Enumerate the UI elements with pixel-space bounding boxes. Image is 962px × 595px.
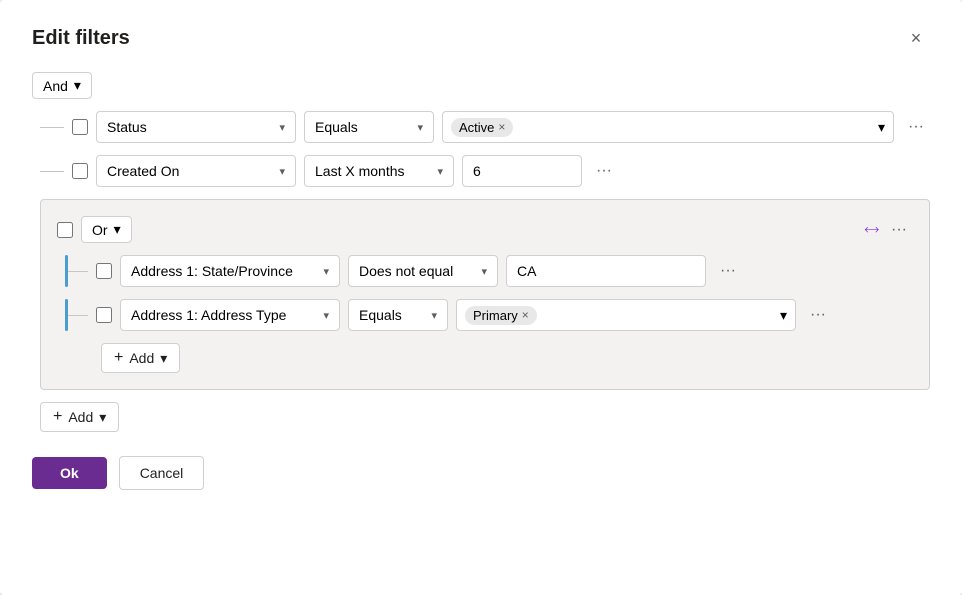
inner-h-line-2: [68, 315, 88, 316]
dialog-footer: Ok Cancel: [32, 456, 930, 490]
more-options-or-group[interactable]: ···: [885, 217, 913, 243]
inner-checkbox-addresstype[interactable]: [96, 307, 112, 323]
operator-label-state: Does not equal: [359, 263, 453, 279]
row-checkbox-status[interactable]: [72, 119, 88, 135]
and-dropdown[interactable]: And ▾: [32, 72, 92, 99]
value-tag-active: Active ×: [451, 118, 513, 137]
cancel-button[interactable]: Cancel: [119, 456, 205, 490]
h-line-2: [40, 171, 64, 172]
filter-row-createdon: Created On ▾ Last X months ▾ ···: [32, 155, 930, 187]
value-field-addresstype: Primary × ▾: [456, 299, 796, 331]
field-chevron-createdon-icon: ▾: [279, 165, 285, 178]
or-add-plus-icon: +: [114, 349, 123, 367]
more-options-status[interactable]: ···: [902, 114, 930, 140]
value-input-createdon[interactable]: [462, 155, 582, 187]
operator-select-createdon[interactable]: Last X months ▾: [304, 155, 454, 187]
value-field-chevron-status-icon: ▾: [878, 119, 885, 136]
operator-chevron-state-icon: ▾: [481, 265, 487, 278]
collapse-icon[interactable]: ⤢: [861, 220, 881, 240]
or-chevron-icon: ▾: [114, 221, 121, 238]
and-label: And: [43, 78, 68, 94]
field-select-createdon[interactable]: Created On ▾: [96, 155, 296, 187]
or-group-add-button[interactable]: + Add ▾: [101, 343, 180, 373]
field-select-addresstype[interactable]: Address 1: Address Type ▾: [120, 299, 340, 331]
field-select-status[interactable]: Status ▾: [96, 111, 296, 143]
row-connector-1: [40, 127, 64, 128]
more-options-addresstype[interactable]: ···: [804, 302, 832, 328]
value-tag-close-active[interactable]: ×: [498, 120, 505, 134]
or-dropdown[interactable]: Or ▾: [81, 216, 132, 243]
or-group: Or ▾ ⤢ ··· Address 1: State/Province: [40, 199, 930, 390]
dialog-title: Edit filters: [32, 27, 130, 50]
inner-row-connector-1: [65, 255, 88, 287]
operator-chevron-addresstype-icon: ▾: [431, 309, 437, 322]
field-chevron-addresstype-icon: ▾: [323, 309, 329, 322]
dialog-header: Edit filters ×: [32, 24, 930, 52]
operator-chevron-createdon-icon: ▾: [437, 165, 443, 178]
main-add-plus-icon: +: [53, 408, 62, 426]
operator-label-createdon: Last X months: [315, 163, 405, 179]
or-group-header-right: ⤢ ···: [866, 217, 913, 243]
operator-chevron-status-icon: ▾: [417, 121, 423, 134]
more-options-createdon[interactable]: ···: [590, 158, 618, 184]
value-field-status: Active × ▾: [442, 111, 894, 143]
inner-checkbox-state[interactable]: [96, 263, 112, 279]
inner-row-connector-2: [65, 299, 88, 331]
filter-row-status: Status ▾ Equals ▾ Active × ▾ ···: [32, 111, 930, 143]
or-group-add-container: + Add ▾: [57, 343, 913, 373]
inner-filter-row-state: Address 1: State/Province ▾ Does not equ…: [57, 255, 913, 287]
operator-select-status[interactable]: Equals ▾: [304, 111, 434, 143]
field-label-state: Address 1: State/Province: [131, 263, 293, 279]
value-field-chevron-addresstype-icon: ▾: [780, 307, 787, 324]
ok-button[interactable]: Ok: [32, 457, 107, 489]
field-chevron-state-icon: ▾: [323, 265, 329, 278]
main-add-label: Add: [68, 409, 93, 425]
or-group-header-left: Or ▾: [57, 216, 132, 243]
or-add-label: Add: [129, 350, 154, 366]
value-input-state[interactable]: [506, 255, 706, 287]
close-button[interactable]: ×: [902, 24, 930, 52]
main-add-chevron-icon: ▾: [99, 409, 106, 426]
operator-select-state[interactable]: Does not equal ▾: [348, 255, 498, 287]
value-tag-text-primary: Primary: [473, 308, 518, 323]
value-tag-text-active: Active: [459, 120, 494, 135]
edit-filters-dialog: Edit filters × And ▾ Status ▾ Equals ▾ A…: [0, 0, 962, 595]
or-group-checkbox[interactable]: [57, 222, 73, 238]
inner-h-line-1: [68, 271, 88, 272]
operator-label-addresstype: Equals: [359, 307, 402, 323]
more-options-state[interactable]: ···: [714, 258, 742, 284]
field-chevron-status-icon: ▾: [279, 121, 285, 134]
field-select-state[interactable]: Address 1: State/Province ▾: [120, 255, 340, 287]
or-add-chevron-icon: ▾: [160, 350, 167, 367]
main-add-container: + Add ▾: [32, 402, 930, 432]
h-line-1: [40, 127, 64, 128]
value-tag-primary: Primary ×: [465, 306, 537, 325]
main-add-button[interactable]: + Add ▾: [40, 402, 119, 432]
row-checkbox-createdon[interactable]: [72, 163, 88, 179]
and-chevron-icon: ▾: [74, 77, 81, 94]
field-label-addresstype: Address 1: Address Type: [131, 307, 286, 323]
row-connector-2: [40, 171, 64, 172]
value-tag-close-primary[interactable]: ×: [522, 308, 529, 322]
operator-select-addresstype[interactable]: Equals ▾: [348, 299, 448, 331]
field-label-createdon: Created On: [107, 163, 179, 179]
or-group-header: Or ▾ ⤢ ···: [57, 216, 913, 243]
field-label-status: Status: [107, 119, 147, 135]
or-label: Or: [92, 222, 108, 238]
operator-label-status: Equals: [315, 119, 358, 135]
or-group-container: Or ▾ ⤢ ··· Address 1: State/Province: [32, 199, 930, 390]
inner-filter-row-addresstype: Address 1: Address Type ▾ Equals ▾ Prima…: [57, 299, 913, 331]
